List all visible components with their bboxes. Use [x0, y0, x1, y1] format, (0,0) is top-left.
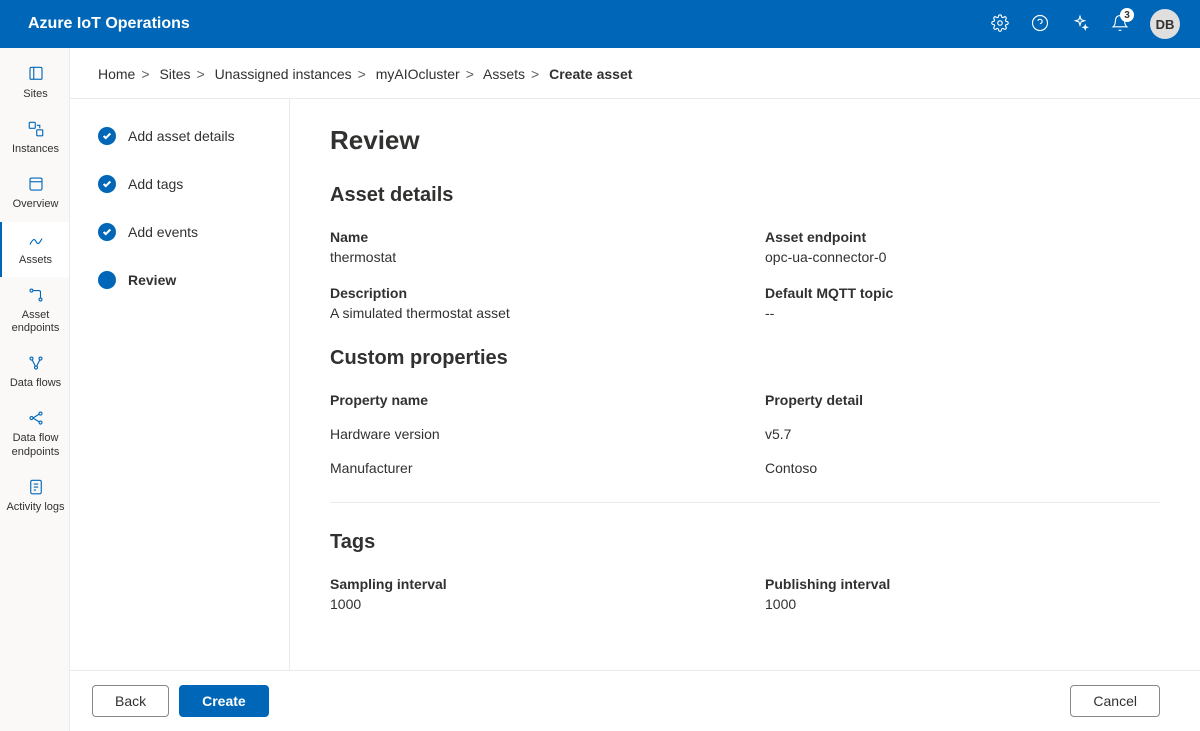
endpoint-label: Asset endpoint [765, 229, 1160, 245]
crumb-cluster[interactable]: myAIOcluster [376, 66, 460, 82]
wizard-step-label: Add events [128, 224, 198, 240]
custom-properties-heading: Custom properties [330, 347, 1160, 370]
sparkle-icon [1071, 14, 1089, 35]
rail-label: Overview [13, 198, 59, 211]
overview-icon [26, 174, 46, 194]
description-value: A simulated thermostat asset [330, 305, 725, 321]
crumb-sites[interactable]: Sites [159, 66, 190, 82]
rail-item-asset-endpoints[interactable]: Asset endpoints [0, 277, 69, 345]
asset-endpoints-icon [26, 285, 46, 305]
rail-label: Data flows [10, 377, 61, 390]
asset-details-heading: Asset details [330, 184, 1160, 207]
col-property-detail: Property detail [765, 392, 1160, 408]
rail-label: Sites [23, 88, 47, 101]
notifications-badge: 3 [1120, 8, 1134, 22]
assets-icon [26, 230, 46, 250]
user-avatar[interactable]: DB [1150, 9, 1180, 39]
gear-icon [991, 14, 1009, 35]
rail-item-overview[interactable]: Overview [0, 166, 69, 221]
current-step-icon [98, 271, 116, 289]
description-label: Description [330, 285, 725, 301]
action-bar: Back Create Cancel [70, 670, 1200, 731]
wizard-steps: Add asset details Add tags Add events Re… [70, 99, 290, 670]
wizard-step-events[interactable]: Add events [98, 223, 269, 241]
publishing-label: Publishing interval [765, 576, 1160, 592]
rail-item-instances[interactable]: Instances [0, 111, 69, 166]
activity-logs-icon [26, 477, 46, 497]
property-name: Manufacturer [330, 460, 725, 476]
crumb-assets[interactable]: Assets [483, 66, 525, 82]
tags-heading: Tags [330, 531, 1160, 554]
rail-label: Data flow endpoints [6, 432, 65, 458]
property-detail: Contoso [765, 460, 1160, 476]
data-flows-icon [26, 353, 46, 373]
top-bar: Azure IoT Operations 3 DB [0, 0, 1200, 48]
endpoint-value: opc-ua-connector-0 [765, 249, 1160, 265]
rail-label: Instances [12, 143, 59, 156]
help-icon [1031, 14, 1049, 35]
notifications-button[interactable]: 3 [1100, 0, 1140, 48]
publishing-value: 1000 [765, 596, 1160, 612]
wizard-step-tags[interactable]: Add tags [98, 175, 269, 193]
back-button[interactable]: Back [92, 685, 169, 717]
rail-label: Activity logs [6, 501, 64, 514]
data-flow-endpoints-icon [26, 408, 46, 428]
wizard-step-details[interactable]: Add asset details [98, 127, 269, 145]
app-brand: Azure IoT Operations [28, 15, 190, 33]
property-name: Hardware version [330, 426, 725, 442]
rail-item-assets[interactable]: Assets [0, 222, 69, 277]
tags-section: Tags Sampling interval 1000 Publishing i… [330, 531, 1160, 612]
feedback-button[interactable] [1060, 0, 1100, 48]
nav-rail: Sites Instances Overview Assets Asset en… [0, 48, 70, 731]
rail-label: Assets [19, 254, 52, 267]
rail-item-activity-logs[interactable]: Activity logs [0, 469, 69, 524]
sampling-value: 1000 [330, 596, 725, 612]
check-icon [98, 175, 116, 193]
rail-item-sites[interactable]: Sites [0, 56, 69, 111]
asset-details-section: Asset details Name thermostat Asset endp… [330, 184, 1160, 321]
wizard-step-label: Add asset details [128, 128, 235, 144]
page-title: Review [330, 125, 1160, 156]
rail-item-data-flow-endpoints[interactable]: Data flow endpoints [0, 400, 69, 468]
content-scroll[interactable]: Review Asset details Name thermostat Ass… [290, 99, 1200, 670]
rail-label: Asset endpoints [6, 309, 65, 335]
check-icon [98, 223, 116, 241]
property-detail: v5.7 [765, 426, 1160, 442]
wizard-step-label: Review [128, 272, 176, 288]
crumb-home[interactable]: Home [98, 66, 135, 82]
wizard-step-label: Add tags [128, 176, 183, 192]
cancel-button[interactable]: Cancel [1070, 685, 1160, 717]
create-button[interactable]: Create [179, 685, 269, 717]
sites-icon [26, 64, 46, 84]
name-label: Name [330, 229, 725, 245]
breadcrumb: Home> Sites> Unassigned instances> myAIO… [70, 48, 1200, 99]
settings-button[interactable] [980, 0, 1020, 48]
check-icon [98, 127, 116, 145]
custom-properties-section: Custom properties Property name Property… [330, 347, 1160, 476]
crumb-current: Create asset [549, 66, 632, 82]
crumb-unassigned[interactable]: Unassigned instances [215, 66, 352, 82]
rail-item-data-flows[interactable]: Data flows [0, 345, 69, 400]
help-button[interactable] [1020, 0, 1060, 48]
property-row: Hardware version v5.7 [330, 426, 1160, 442]
name-value: thermostat [330, 249, 725, 265]
mqtt-label: Default MQTT topic [765, 285, 1160, 301]
sampling-label: Sampling interval [330, 576, 725, 592]
col-property-name: Property name [330, 392, 725, 408]
mqtt-value: -- [765, 305, 1160, 321]
wizard-step-review[interactable]: Review [98, 271, 269, 289]
divider [330, 502, 1160, 503]
instances-icon [26, 119, 46, 139]
property-row: Manufacturer Contoso [330, 460, 1160, 476]
